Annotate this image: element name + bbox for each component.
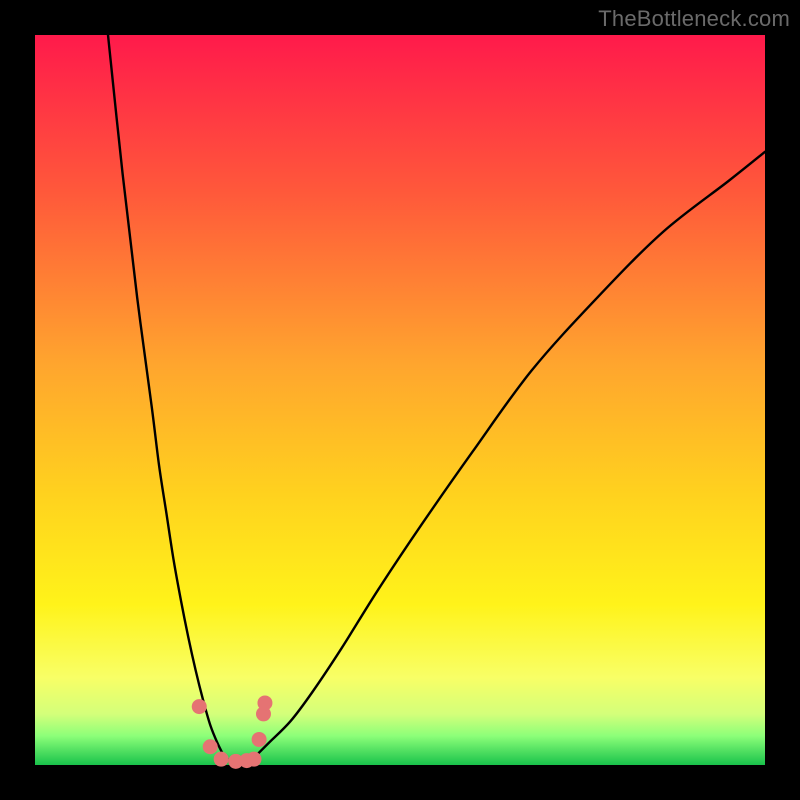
scatter-dots — [192, 695, 273, 768]
scatter-dot — [247, 752, 262, 767]
watermark-text: TheBottleneck.com — [598, 6, 790, 32]
curve-layer — [35, 35, 765, 765]
scatter-dot — [214, 752, 229, 767]
scatter-dot — [192, 699, 207, 714]
outer-frame: TheBottleneck.com — [0, 0, 800, 800]
scatter-dot — [203, 739, 218, 754]
plot-area — [35, 35, 765, 765]
left-branch-curve — [108, 35, 225, 758]
right-branch-curve — [254, 152, 765, 758]
scatter-dot — [252, 732, 267, 747]
scatter-dot — [257, 695, 272, 710]
